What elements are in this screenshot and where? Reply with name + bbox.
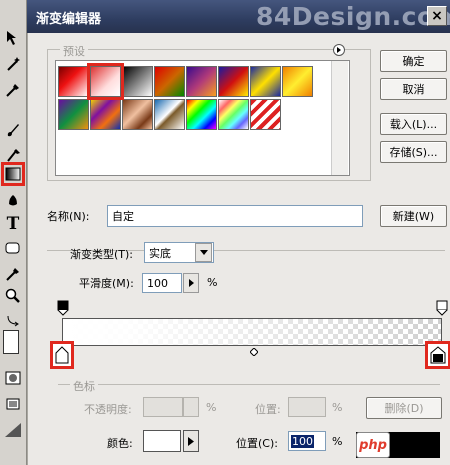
ok-button[interactable]: 确定 xyxy=(380,50,447,72)
move-tool-icon[interactable] xyxy=(3,28,23,48)
preset-swatch-red-green[interactable] xyxy=(154,66,185,97)
color-stop-left[interactable] xyxy=(50,341,74,369)
php-badge-text: php xyxy=(359,437,387,453)
preset-swatch-violet-green-orange[interactable] xyxy=(58,99,89,130)
preset-swatch-fg-to-transparent[interactable] xyxy=(87,63,124,100)
preset-swatch-violet-orange[interactable] xyxy=(186,66,217,97)
triangle-right-icon xyxy=(188,436,194,446)
eyedropper2-tool-icon[interactable] xyxy=(3,264,23,284)
toolbox: T xyxy=(0,0,27,465)
smoothness-input[interactable]: 100 xyxy=(142,273,182,293)
gradient-tool-icon[interactable] xyxy=(1,162,25,186)
gradient-preview-bar[interactable] xyxy=(62,318,442,346)
swap-colors-icon[interactable] xyxy=(3,310,23,330)
gradient-type-label: 渐变类型(T): xyxy=(70,248,134,261)
opacity-stop-right[interactable] xyxy=(436,300,448,319)
preset-swatch-transparent-rainbow[interactable] xyxy=(218,99,249,130)
gradient-type-value: 实底 xyxy=(149,246,171,260)
php-badge: php xyxy=(356,432,390,458)
gradient-type-select[interactable]: 实底 xyxy=(144,242,214,263)
location-unit-opacity: % xyxy=(332,401,343,414)
opacity-input xyxy=(143,397,183,417)
preset-swatch-copper[interactable] xyxy=(122,99,153,130)
triangle-right-icon xyxy=(337,47,341,53)
shape-tool-icon[interactable] xyxy=(3,238,23,258)
location-unit-color: % xyxy=(332,435,343,448)
presets-scrollbar[interactable] xyxy=(331,61,348,175)
type-tool-icon[interactable]: T xyxy=(3,214,23,234)
smoothness-unit: % xyxy=(207,276,218,289)
triangle-right-icon xyxy=(188,279,194,287)
cancel-button[interactable]: 取消 xyxy=(380,78,447,100)
preset-swatch-chrome[interactable] xyxy=(154,99,185,130)
blur-tool-icon[interactable] xyxy=(3,190,23,210)
standard-mode-icon[interactable] xyxy=(3,368,23,388)
delete-button: 删除(D) xyxy=(366,397,442,419)
preset-swatch-fg-to-bg[interactable] xyxy=(58,66,89,97)
preset-swatch-yellow-violet-orange-blue[interactable] xyxy=(90,99,121,130)
preset-swatch-blue-red-yellow[interactable] xyxy=(218,66,249,97)
location-label-opacity: 位置: xyxy=(255,403,281,416)
background-color-swatch[interactable] xyxy=(3,330,19,354)
location-value-selected: 100 xyxy=(291,434,314,448)
presets-label: 预设 xyxy=(60,43,88,59)
load-button[interactable]: 载入(L)... xyxy=(380,113,447,135)
close-button[interactable]: × xyxy=(427,6,447,26)
magic-wand-tool-icon[interactable] xyxy=(3,54,23,74)
opacity-stop-left[interactable] xyxy=(57,300,69,319)
dialog-title: 渐变编辑器 xyxy=(36,12,102,27)
smoothness-label: 平滑度(M): xyxy=(79,277,134,290)
eyedropper-tool-icon[interactable] xyxy=(3,80,23,100)
screen-mode-icon[interactable] xyxy=(3,394,23,414)
stops-group-label: 色标 xyxy=(70,378,98,394)
preset-swatch-transparent-stripes[interactable] xyxy=(250,99,281,130)
location-input-opacity xyxy=(288,397,326,417)
stop-color-swatch[interactable] xyxy=(143,430,181,452)
color-stop-right[interactable] xyxy=(425,341,450,369)
preset-swatch-blue-yellow-blue[interactable] xyxy=(250,66,281,97)
type-glyph: T xyxy=(6,214,20,234)
name-input[interactable]: 自定 xyxy=(107,205,363,227)
history-brush-tool-icon[interactable] xyxy=(3,145,23,165)
zoom-tool-icon[interactable] xyxy=(3,286,23,306)
smoothness-slider-button[interactable] xyxy=(183,273,199,293)
preset-swatch-orange-yellow-orange[interactable] xyxy=(282,66,313,97)
opacity-unit: % xyxy=(206,401,217,414)
brush-tool-icon[interactable] xyxy=(3,120,23,140)
location-label-color: 位置(C): xyxy=(236,437,278,450)
preset-swatch-spectrum[interactable] xyxy=(186,99,217,130)
chevron-down-icon xyxy=(195,243,212,262)
name-label: 名称(N): xyxy=(47,210,90,223)
watermark: 84Design.com xyxy=(256,2,450,31)
color-label: 颜色: xyxy=(107,437,133,450)
new-button[interactable]: 新建(W) xyxy=(380,205,447,227)
presets-menu-button[interactable] xyxy=(333,44,345,56)
preset-swatch-black-white[interactable] xyxy=(122,66,153,97)
opacity-label: 不透明度: xyxy=(84,403,132,416)
stops-group-border xyxy=(58,384,440,385)
jump-to-imageready-icon[interactable] xyxy=(3,420,23,440)
location-input-color[interactable]: 100 xyxy=(288,431,326,451)
opacity-slider-button xyxy=(183,397,199,417)
presets-list xyxy=(55,60,350,176)
save-button[interactable]: 存储(S)... xyxy=(380,141,447,163)
midpoint-diamond[interactable] xyxy=(249,346,259,359)
stop-color-menu-button[interactable] xyxy=(183,430,199,452)
